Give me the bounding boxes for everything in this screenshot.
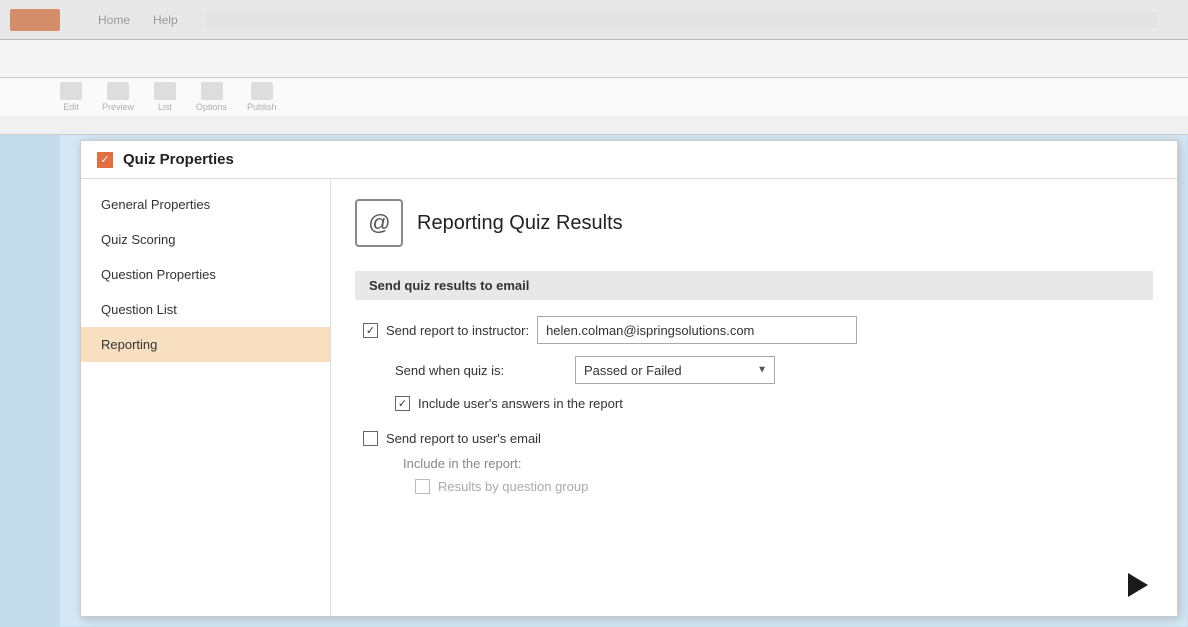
quiz-properties-dialog: ✓ Quiz Properties General Properties Qui… [80, 140, 1178, 617]
mail-icon [355, 199, 403, 247]
bg-toolbar-icons: Edit Preview List Options Publish [0, 78, 1188, 116]
bg-toolbar-mid [0, 40, 1188, 78]
include-answers-checkbox-wrapper: Include user's answers in the report [395, 396, 623, 411]
nav-item-general-properties[interactable]: General Properties [81, 187, 330, 222]
bg-icon-5: Publish [247, 82, 277, 112]
background-sidebar [0, 135, 60, 627]
results-by-group-row: Results by question group [355, 479, 1153, 494]
include-answers-row: Include user's answers in the report [355, 396, 1153, 411]
bg-icon-2: Preview [102, 82, 134, 112]
right-content: Reporting Quiz Results Send quiz results… [331, 179, 1177, 616]
send-instructor-checkbox-wrapper: Send report to instructor: [363, 323, 529, 338]
left-nav: General Properties Quiz Scoring Question… [81, 179, 331, 616]
include-answers-checkbox[interactable] [395, 396, 410, 411]
nav-item-question-properties[interactable]: Question Properties [81, 257, 330, 292]
bg-breadcrumb [206, 12, 1158, 28]
bg-icon-3: List [154, 82, 176, 112]
bg-icon-4: Options [196, 82, 227, 112]
bg-menu-home: Home [98, 13, 130, 27]
user-email-checkbox[interactable] [363, 431, 378, 446]
user-email-label: Send report to user's email [386, 431, 541, 446]
user-email-checkbox-wrapper: Send report to user's email [363, 431, 541, 446]
background-toolbar-top: Home Help [0, 0, 1188, 40]
results-by-group-checkbox-wrapper: Results by question group [415, 479, 588, 494]
dialog-title: Quiz Properties [123, 151, 234, 168]
user-email-row: Send report to user's email [355, 431, 1153, 446]
send-to-instructor-row: Send report to instructor: [355, 316, 1153, 344]
content-title: Reporting Quiz Results [417, 212, 623, 235]
results-by-group-checkbox[interactable] [415, 479, 430, 494]
content-header: Reporting Quiz Results [355, 199, 1153, 247]
include-in-report-label: Include in the report: [355, 456, 1153, 471]
send-instructor-label: Send report to instructor: [386, 323, 529, 338]
send-when-label: Send when quiz is: [395, 363, 575, 378]
nav-item-quiz-scoring[interactable]: Quiz Scoring [81, 222, 330, 257]
send-when-row: Send when quiz is: Passed or Failed Pass… [355, 356, 1153, 384]
send-instructor-checkbox[interactable] [363, 323, 378, 338]
send-when-select[interactable]: Passed or Failed Passed Failed Always [575, 356, 775, 384]
dialog-title-bar: ✓ Quiz Properties [81, 141, 1177, 179]
bg-logo [10, 9, 60, 31]
cursor-arrow-icon [1128, 573, 1148, 597]
instructor-email-input[interactable] [537, 316, 857, 344]
results-by-group-label: Results by question group [438, 479, 588, 494]
background-toolbar: Home Help Edit Preview List Options Publ… [0, 0, 1188, 135]
send-when-select-wrapper: Passed or Failed Passed Failed Always ▼ [575, 356, 775, 384]
bg-menu-help: Help [153, 13, 178, 27]
nav-item-question-list[interactable]: Question List [81, 292, 330, 327]
nav-item-reporting[interactable]: Reporting [81, 327, 330, 362]
bg-icon-1: Edit [60, 82, 82, 112]
section-header: Send quiz results to email [355, 271, 1153, 300]
include-answers-label: Include user's answers in the report [418, 396, 623, 411]
dialog-body: General Properties Quiz Scoring Question… [81, 179, 1177, 616]
dialog-title-checkbox[interactable]: ✓ [97, 152, 113, 168]
